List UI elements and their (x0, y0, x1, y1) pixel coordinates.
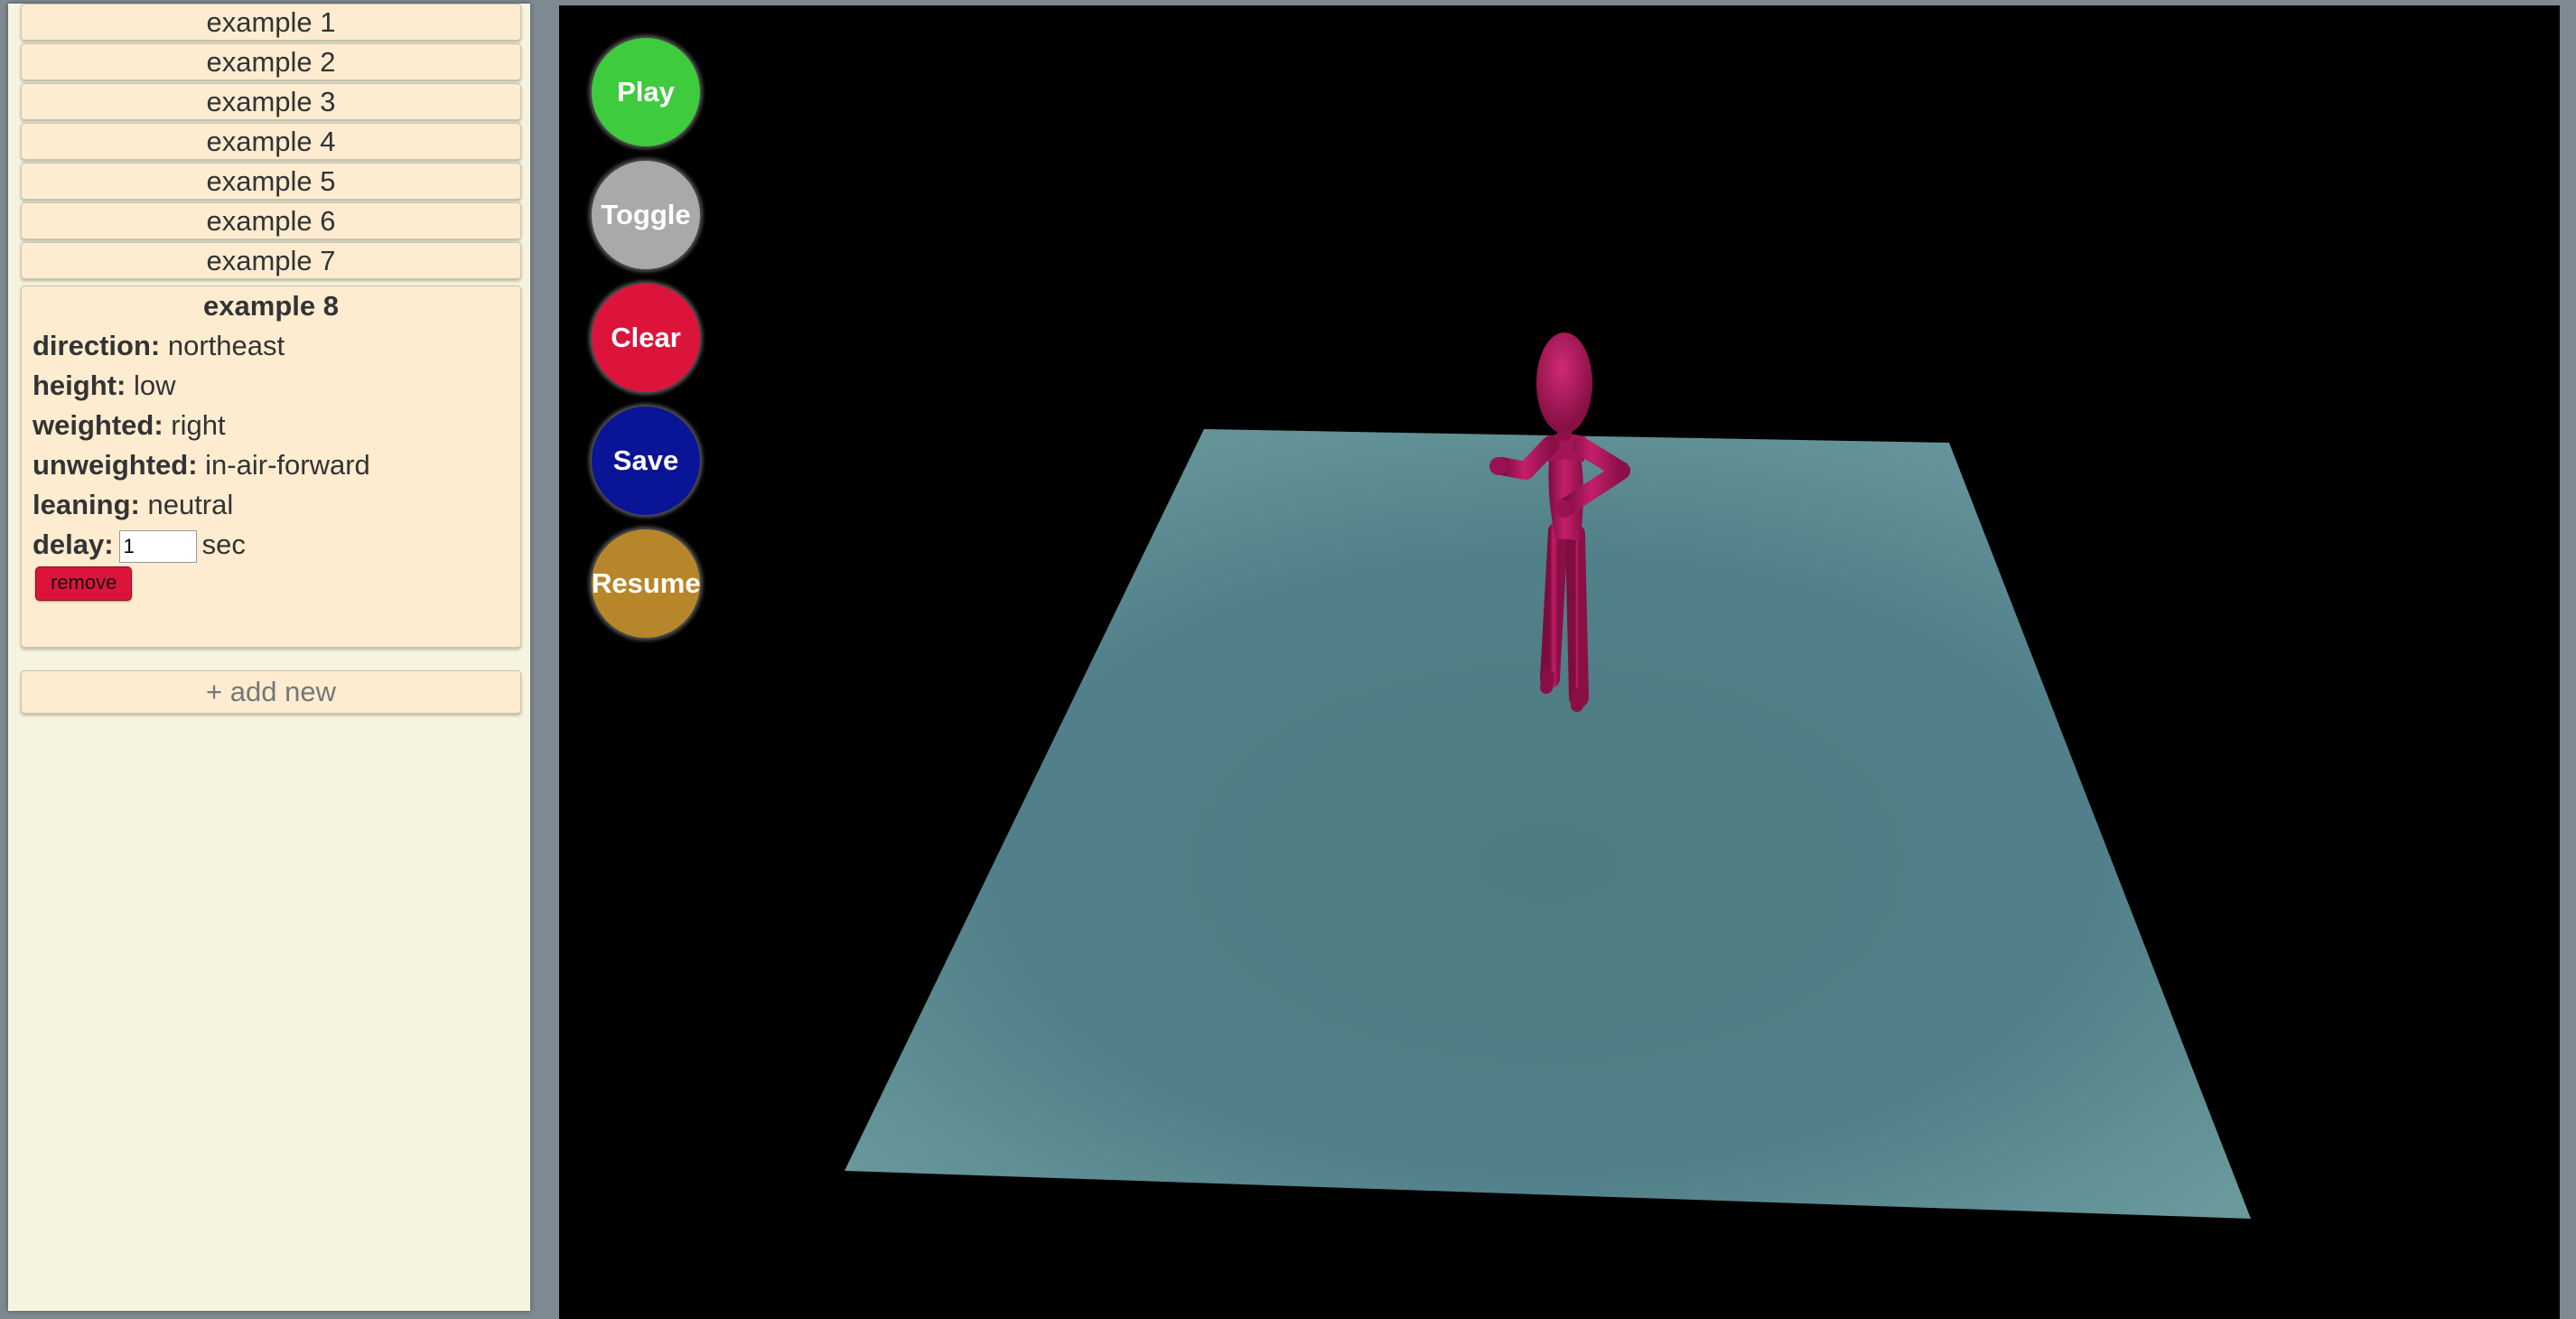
direction-row: direction: northeast (33, 326, 509, 366)
example-item-6[interactable]: example 6 (21, 202, 521, 239)
example-item-2[interactable]: example 2 (21, 43, 521, 80)
add-new-button[interactable]: + add new (21, 670, 521, 714)
weighted-label: weighted: (33, 409, 163, 441)
height-value: low (133, 370, 176, 401)
height-label: height: (33, 370, 126, 401)
weighted-row: weighted: right (33, 406, 509, 445)
leaning-value: neutral (147, 489, 234, 520)
example-item-5[interactable]: example 5 (21, 163, 521, 200)
unweighted-value: in-air-forward (205, 449, 370, 481)
delay-input[interactable]: 1 (118, 529, 197, 563)
delay-label: delay: (33, 529, 114, 560)
delay-unit: sec (201, 529, 246, 560)
unweighted-label: unweighted: (33, 449, 198, 481)
resume-button[interactable]: Resume (592, 529, 701, 638)
delay-row: delay: 1 sec (33, 525, 509, 565)
direction-label: direction: (33, 330, 161, 361)
remove-button[interactable]: remove (35, 566, 133, 601)
save-button[interactable]: Save (592, 407, 700, 515)
example-item-7[interactable]: example 7 (21, 242, 521, 279)
height-row: height: low (33, 366, 509, 406)
unweighted-row: unweighted: in-air-forward (33, 445, 509, 485)
3d-viewport[interactable]: Play Toggle Clear Save Resume (559, 5, 2560, 1319)
example-item-1[interactable]: example 1 (21, 4, 521, 41)
weighted-value: right (171, 409, 226, 441)
leaning-row: leaning: neutral (33, 485, 509, 525)
sidebar-panel: example 1 example 2 example 3 example 4 … (8, 4, 530, 1311)
scene-canvas (845, 332, 2251, 1219)
direction-value: northeast (167, 330, 285, 361)
toggle-button[interactable]: Toggle (592, 161, 700, 269)
play-button[interactable]: Play (592, 38, 700, 146)
example-item-4[interactable]: example 4 (21, 123, 521, 160)
example-item-3[interactable]: example 3 (21, 83, 521, 120)
example-item-8-expanded: example 8 direction: northeast height: l… (21, 285, 521, 648)
leaning-label: leaning: (33, 489, 140, 520)
example-8-title[interactable]: example 8 (33, 286, 509, 326)
clear-button[interactable]: Clear (592, 284, 700, 392)
